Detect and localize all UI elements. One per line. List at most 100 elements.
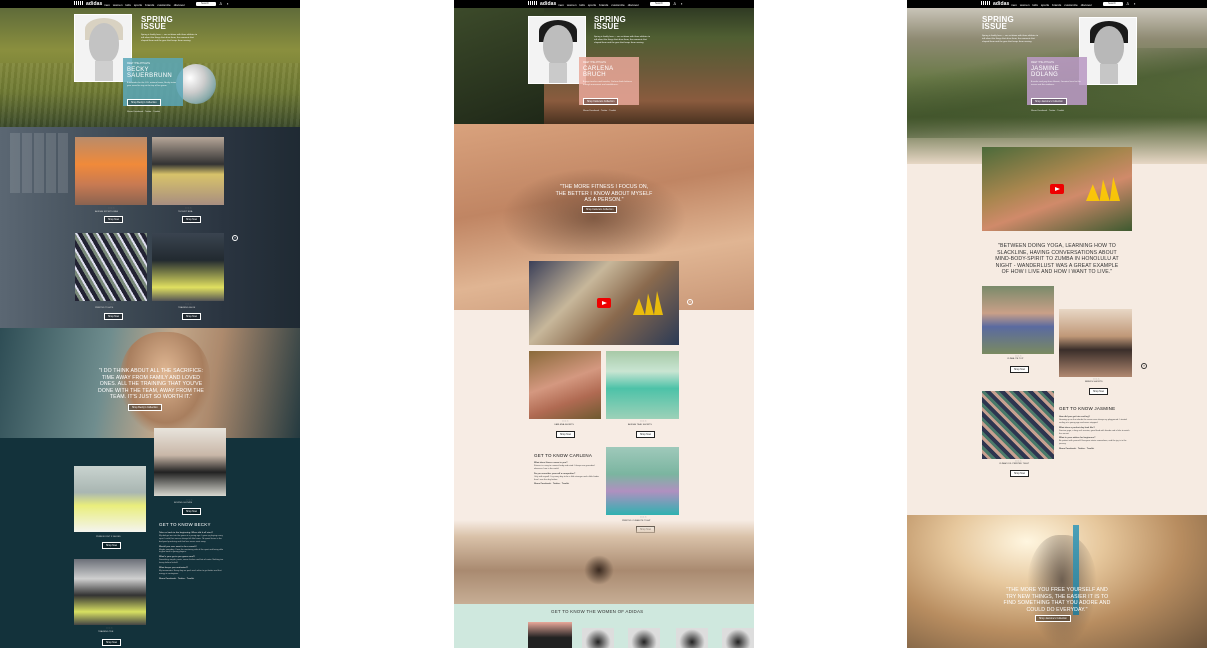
carousel-dots[interactable]: ○○○ — [185, 302, 192, 306]
nav-link-women[interactable]: women — [113, 3, 123, 7]
shop-collection-button[interactable]: Shop Becky's Collection — [128, 404, 162, 411]
athlete-label: MEET THE ATHLETE — [127, 62, 151, 65]
shop-now-button[interactable]: Shop Now — [1010, 366, 1030, 373]
nav-link-kids[interactable]: kids — [126, 3, 131, 7]
nav-link-customize[interactable]: customize — [1064, 3, 1078, 7]
shop-collection-button[interactable]: Shop Jasmine's Collection — [1031, 97, 1067, 105]
nav-link-sports[interactable]: sports — [1041, 3, 1049, 7]
shop-now-button[interactable]: Shop Now — [636, 431, 656, 438]
product-image-boxing-gloves[interactable] — [154, 428, 226, 496]
nav-link-brands[interactable]: brands — [145, 3, 154, 7]
product-image-sports-bra[interactable] — [75, 137, 147, 205]
issue-title: SPRING ISSUE — [594, 15, 626, 31]
carousel-dots[interactable]: ○○○ — [106, 626, 113, 630]
product-image-printed-tights[interactable] — [75, 233, 147, 301]
product-image-climalite-tight[interactable] — [606, 447, 679, 515]
shop-now-button[interactable]: Shop Now — [182, 508, 202, 515]
shop-collection-button[interactable]: Shop Jasmine's Collection — [1035, 615, 1071, 622]
play-icon[interactable] — [1050, 184, 1064, 194]
hero-becky: SPRING ISSUE Spring is finally here — we … — [0, 8, 300, 127]
shop-collection-button[interactable]: Shop Becky's Collection — [127, 98, 161, 106]
nav-link-kids[interactable]: kids — [580, 3, 585, 7]
user-icon[interactable]: ♙ — [1126, 2, 1130, 6]
product-image-climalite-top[interactable] — [982, 286, 1054, 354]
shop-now-button[interactable]: Shop Now — [182, 313, 202, 320]
shop-now-button[interactable]: Shop Now — [104, 216, 124, 223]
shop-now-button[interactable]: Shop Now — [102, 639, 122, 646]
product-caption: BOXING GLOVES — [174, 502, 193, 504]
product-image-carlena-shorts[interactable] — [529, 351, 601, 419]
video-thumbnail[interactable] — [529, 261, 679, 345]
nav-link-customize[interactable]: customize — [157, 3, 171, 7]
product-image-pure-boost-shoes[interactable] — [74, 466, 146, 532]
product-image-techfit-bra[interactable] — [152, 137, 224, 205]
carousel-dots[interactable]: ○○○ — [640, 419, 647, 423]
athlete-card-thumb[interactable] — [628, 628, 660, 648]
athlete-card-thumb[interactable] — [528, 622, 572, 648]
bag-icon[interactable]: ▪ — [681, 2, 685, 6]
nav-link-men[interactable]: men — [1011, 3, 1017, 7]
info-icon[interactable]: ? — [687, 299, 693, 305]
share-links[interactable]: Share Facebook · Twitter · Tumblr — [534, 483, 600, 486]
nav-link-sports[interactable]: sports — [134, 3, 142, 7]
adidas-logo[interactable]: adidas — [528, 1, 556, 7]
nav-link-sports[interactable]: sports — [588, 3, 596, 7]
carousel-dots[interactable]: ○○○ — [640, 515, 647, 519]
product-image-teal-shorts[interactable] — [606, 351, 679, 419]
nav-link-kids[interactable]: kids — [1033, 3, 1038, 7]
bag-icon[interactable]: ▪ — [1134, 2, 1138, 6]
user-icon[interactable]: ♙ — [673, 2, 677, 6]
nav-link-discover[interactable]: discover — [628, 3, 639, 7]
shop-collection-button[interactable]: Shop Carlena's Collection — [583, 97, 619, 105]
qa-answer: My dad got me into the game at a young a… — [159, 534, 223, 543]
product-image-briefs-shorts[interactable] — [1059, 309, 1132, 377]
share-links[interactable]: Share Facebook · Twitter · Tumblr — [583, 110, 635, 113]
video-thumbnail[interactable] — [982, 147, 1132, 231]
info-icon[interactable]: ? — [232, 235, 238, 241]
share-links[interactable]: Share Facebook · Twitter · Tumblr — [159, 578, 225, 581]
share-links[interactable]: Share Facebook · Twitter · Tumblr — [127, 111, 179, 114]
shop-now-button[interactable]: Shop Now — [182, 216, 202, 223]
search-input[interactable]: Search — [1103, 2, 1123, 6]
play-icon[interactable] — [597, 298, 611, 308]
quote-section: "I DO THINK ABOUT ALL THE SACRIFICE: TIM… — [0, 328, 300, 438]
nav-link-women[interactable]: women — [1020, 3, 1030, 7]
search-input[interactable]: Search — [650, 2, 670, 6]
nav-link-men[interactable]: men — [558, 3, 564, 7]
shop-now-button[interactable]: Shop Now — [556, 431, 576, 438]
shop-now-button[interactable]: Shop Now — [102, 542, 122, 549]
carousel-dots[interactable]: ○○○ — [108, 206, 115, 210]
athlete-card: MEET THE ATHLETE JASMINE DOLANG A surfer… — [1027, 57, 1087, 112]
nav-link-brands[interactable]: brands — [1052, 3, 1061, 7]
product-image-training-tee[interactable] — [74, 559, 146, 625]
nav-link-brands[interactable]: brands — [599, 3, 608, 7]
bag-icon[interactable]: ▪ — [227, 2, 231, 6]
shop-now-button[interactable]: Shop Now — [104, 313, 124, 320]
athlete-card-thumb[interactable] — [722, 628, 754, 648]
nav-link-customize[interactable]: customize — [611, 3, 625, 7]
hero-jasmine: SPRING ISSUE Spring is finally here — we … — [907, 8, 1207, 164]
adidas-logo[interactable]: adidas — [981, 1, 1009, 7]
shop-collection-button[interactable]: Shop Carlena's Collection — [582, 206, 618, 213]
carousel-dots[interactable]: ○○○ — [185, 206, 192, 210]
athlete-card-thumb[interactable] — [676, 628, 708, 648]
nav-link-discover[interactable]: discover — [174, 3, 185, 7]
page-becky: adidas men women kids sports brands cust… — [0, 0, 300, 648]
product-image-training-shoe[interactable] — [152, 233, 224, 301]
nav-link-discover[interactable]: discover — [1081, 3, 1092, 7]
share-links[interactable]: Share Facebook · Twitter · Tumblr — [1031, 110, 1083, 113]
nav-link-women[interactable]: women — [567, 3, 577, 7]
shop-now-button[interactable]: Shop Now — [1089, 388, 1109, 395]
nav-link-men[interactable]: men — [104, 3, 110, 7]
athlete-card-thumb[interactable] — [582, 628, 614, 648]
search-input[interactable]: Search — [196, 2, 216, 6]
adidas-logo[interactable]: adidas — [74, 1, 102, 7]
carousel-dots[interactable]: ○○○ — [108, 302, 115, 306]
info-icon[interactable]: ? — [1141, 363, 1147, 369]
user-icon[interactable]: ♙ — [219, 2, 223, 6]
shop-now-button[interactable]: Shop Now — [1010, 470, 1030, 477]
share-links[interactable]: Share Facebook · Twitter · Tumblr — [1059, 448, 1133, 451]
product-image-climacool-tight[interactable] — [982, 391, 1054, 459]
carousel-dots[interactable]: ○○○ — [562, 419, 569, 423]
athlete-name: CARLENA BRUCH — [583, 66, 614, 78]
